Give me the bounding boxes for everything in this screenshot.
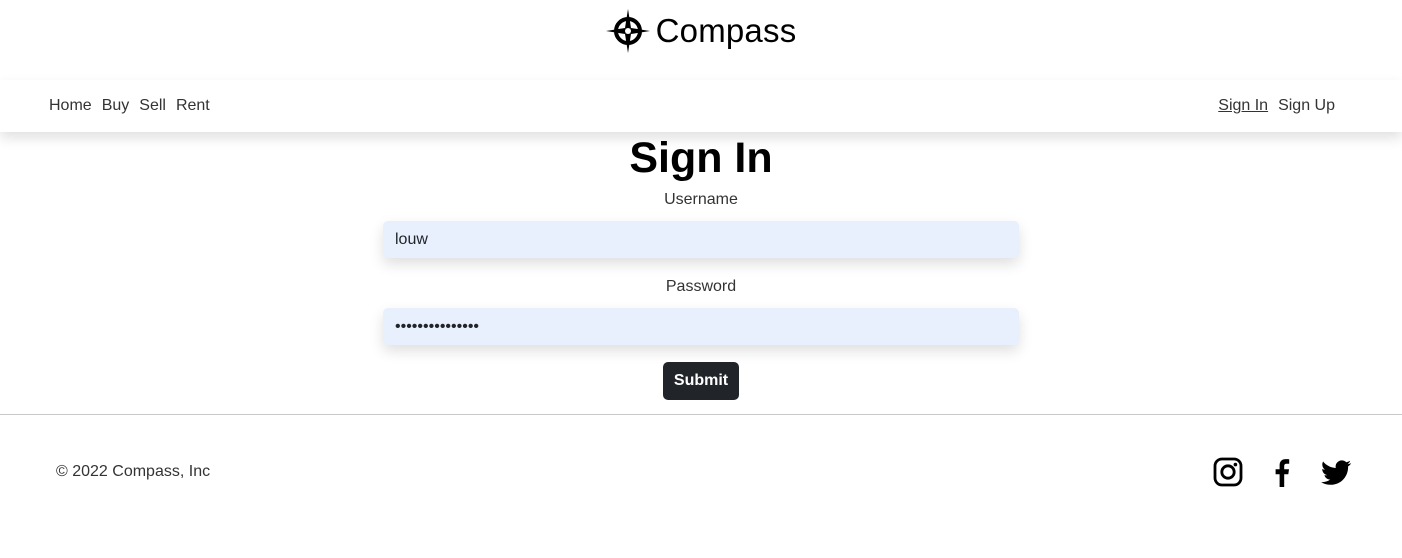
password-input[interactable] [383, 308, 1019, 345]
brand-name[interactable]: Compass [656, 12, 797, 50]
compass-rose-icon [605, 9, 650, 53]
nav-link-sell[interactable]: Sell [139, 97, 166, 115]
main-nav: Home Buy Sell Rent Sign In Sign Up [0, 80, 1402, 132]
password-label: Password [665, 278, 737, 295]
instagram-icon[interactable] [1212, 456, 1244, 488]
footer-divider [0, 414, 1402, 415]
username-input[interactable] [383, 221, 1019, 258]
nav-link-rent[interactable]: Rent [176, 97, 210, 115]
page-title: Sign In [629, 134, 773, 182]
nav-link-buy[interactable]: Buy [102, 97, 130, 115]
copyright-text: © 2022 Compass, Inc [56, 463, 211, 480]
brand-header: Compass [0, 0, 1402, 80]
twitter-icon[interactable] [1320, 456, 1352, 488]
sign-in-form: Sign In Username Password Submit [0, 132, 1402, 400]
nav-link-home[interactable]: Home [49, 97, 92, 115]
username-label: Username [664, 191, 738, 208]
nav-left-group: Home Buy Sell Rent [49, 97, 210, 115]
nav-link-sign-in[interactable]: Sign In [1218, 97, 1268, 115]
submit-button[interactable]: Submit [663, 362, 739, 400]
facebook-icon[interactable] [1266, 456, 1298, 488]
social-links [1212, 456, 1352, 488]
nav-link-sign-up[interactable]: Sign Up [1278, 97, 1335, 115]
nav-right-group: Sign In Sign Up [1218, 97, 1335, 115]
footer: © 2022 Compass, Inc [56, 449, 1352, 495]
